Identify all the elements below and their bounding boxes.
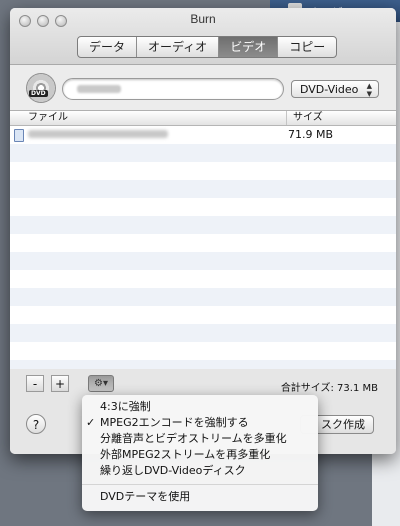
menu-item-label: DVDテーマを使用 [100,490,191,503]
file-list[interactable]: ファイル サイズ 71.9 MB [10,110,396,370]
remove-item-button[interactable]: - [26,375,44,392]
menu-item-mux-separate[interactable]: 分離音声とビデオストリームを多重化 [82,431,318,447]
menu-item-remux-mpeg2[interactable]: 外部MPEG2ストリームを再多重化 [82,447,318,463]
tab-data[interactable]: データ [78,37,138,57]
empty-row [10,144,396,162]
empty-row [10,306,396,324]
menu-item-label: 分離音声とビデオストリームを多重化 [100,432,287,445]
menu-item-force-4-3[interactable]: 4:3に強制 [82,399,318,415]
tab-audio[interactable]: オーディオ [137,37,220,57]
menu-item-loop-dvd[interactable]: 繰り返しDVD-Videoディスク [82,463,318,479]
format-select[interactable]: DVD-Video ▲ ▼ [291,80,379,98]
menu-item-label: MPEG2エンコードを強制する [100,416,249,429]
menu-item-dvd-theme[interactable]: DVDテーマを使用 [82,489,318,505]
disc-label: DVD [29,90,48,97]
empty-row [10,270,396,288]
file-icon [14,129,24,142]
menu-item-label: 外部MPEG2ストリームを再多重化 [100,448,271,461]
table-row[interactable]: 71.9 MB [10,126,396,144]
column-header-name[interactable]: ファイル [28,111,68,125]
file-rows: 71.9 MB [10,126,396,369]
tab-copy[interactable]: コピー [278,37,336,57]
mode-tabs: データ オーディオ ビデオ コピー [77,36,338,58]
column-header-size[interactable]: サイズ [286,111,323,125]
empty-row [10,252,396,270]
menu-separator [82,484,318,485]
dvd-disc-icon: DVD [26,73,56,103]
titlebar: Burn データ オーディオ ビデオ コピー [10,8,396,65]
action-menu: 4:3に強制 ✓ MPEG2エンコードを強制する 分離音声とビデオストリームを多… [82,395,318,511]
empty-row [10,180,396,198]
total-size: 合計サイズ: 73.1 MB [280,383,378,394]
menu-item-label: 繰り返しDVD-Videoディスク [100,464,246,477]
empty-row [10,216,396,234]
menu-item-label: 4:3に強制 [100,400,151,413]
file-size: 71.9 MB [288,128,334,141]
empty-row [10,342,396,360]
menu-item-force-mpeg2[interactable]: ✓ MPEG2エンコードを強制する [82,415,318,431]
disc-name-field[interactable] [62,78,284,100]
empty-row [10,162,396,180]
empty-row [10,198,396,216]
add-item-button[interactable]: + [51,375,69,392]
empty-row [10,324,396,342]
file-list-header: ファイル サイズ [10,111,396,126]
help-button[interactable]: ? [26,414,46,434]
empty-row [10,234,396,252]
burn-window: Burn データ オーディオ ビデオ コピー DVD DVD-Video ▲ ▼ … [10,8,396,454]
gear-icon[interactable]: ⚙▾ [88,375,114,392]
updown-arrows-icon: ▲ ▼ [366,82,372,98]
checkmark-icon: ✓ [86,416,96,429]
format-select-value: DVD-Video [300,83,359,96]
disc-name-input[interactable] [63,79,283,99]
tab-video[interactable]: ビデオ [219,37,279,57]
redacted-file-name [28,130,168,138]
window-title: Burn [190,12,216,26]
empty-row [10,288,396,306]
